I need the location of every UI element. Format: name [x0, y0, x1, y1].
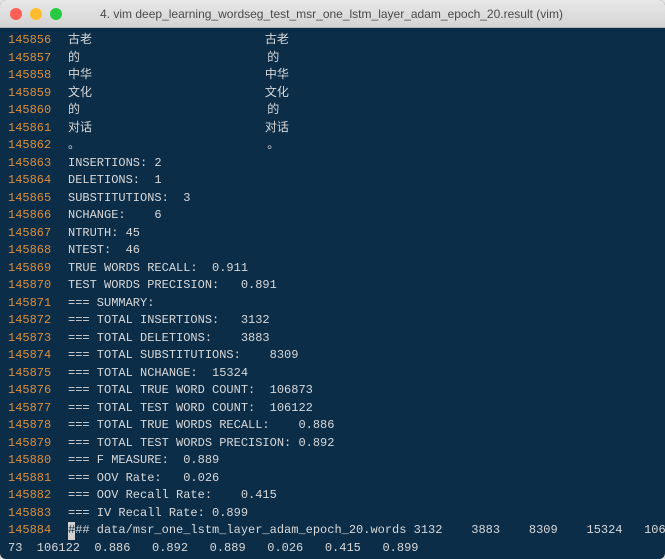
terminal-window: 4. vim deep_learning_wordseg_test_msr_on… [0, 0, 665, 559]
terminal-line-wrap: 73 106122 0.886 0.892 0.889 0.026 0.415 … [8, 540, 657, 558]
line-content: === IV Recall Rate: 0.899 [68, 505, 248, 523]
line-number: 145881 [8, 470, 68, 488]
line-number: 145866 [8, 207, 68, 225]
line-number: 145883 [8, 505, 68, 523]
line-number: 145857 [8, 50, 68, 68]
line-content: 73 106122 0.886 0.892 0.889 0.026 0.415 … [8, 540, 418, 558]
line-content: ## data/msr_one_lstm_layer_adam_epoch_20… [75, 522, 665, 540]
line-content: NTEST: 46 [68, 242, 140, 260]
terminal-content[interactable]: 145856古老 古老145857的 的145858中华 中华145859文化 … [0, 28, 665, 559]
line-number: 145868 [8, 242, 68, 260]
line-content: 古老 古老 [68, 32, 289, 50]
line-content: TRUE WORDS RECALL: 0.911 [68, 260, 248, 278]
line-number: 145878 [8, 417, 68, 435]
line-number: 145865 [8, 190, 68, 208]
line-content: === TOTAL TRUE WORDS RECALL: 0.886 [68, 417, 334, 435]
terminal-line: 145864DELETIONS: 1 [8, 172, 657, 190]
terminal-line: 145871=== SUMMARY: [8, 295, 657, 313]
terminal-line: 145880=== F MEASURE: 0.889 [8, 452, 657, 470]
terminal-line: 145875=== TOTAL NCHANGE: 15324 [8, 365, 657, 383]
terminal-line: 145873=== TOTAL DELETIONS: 3883 [8, 330, 657, 348]
line-number: 145882 [8, 487, 68, 505]
line-content: === TOTAL TEST WORDS PRECISION: 0.892 [68, 435, 334, 453]
line-number: 145872 [8, 312, 68, 330]
window-title: 4. vim deep_learning_wordseg_test_msr_on… [8, 7, 655, 21]
terminal-line: 145860的 的 [8, 102, 657, 120]
line-number: 145861 [8, 120, 68, 138]
line-number: 145871 [8, 295, 68, 313]
line-number: 145864 [8, 172, 68, 190]
line-number: 145856 [8, 32, 68, 50]
line-number: 145858 [8, 67, 68, 85]
terminal-line: 145878=== TOTAL TRUE WORDS RECALL: 0.886 [8, 417, 657, 435]
line-content: === TOTAL INSERTIONS: 3132 [68, 312, 270, 330]
cursor: # [68, 522, 75, 540]
line-content: 。 。 [68, 137, 279, 155]
line-content: === TOTAL NCHANGE: 15324 [68, 365, 248, 383]
line-content: TEST WORDS PRECISION: 0.891 [68, 277, 277, 295]
line-number: 145869 [8, 260, 68, 278]
line-number: 145863 [8, 155, 68, 173]
line-number: 145870 [8, 277, 68, 295]
line-number: 145873 [8, 330, 68, 348]
terminal-line: 145874=== TOTAL SUBSTITUTIONS: 8309 [8, 347, 657, 365]
terminal-line: 145866NCHANGE: 6 [8, 207, 657, 225]
line-number: 145860 [8, 102, 68, 120]
terminal-line: 145867NTRUTH: 45 [8, 225, 657, 243]
terminal-line: 145881=== OOV Rate: 0.026 [8, 470, 657, 488]
terminal-line: 145858中华 中华 [8, 67, 657, 85]
line-content: 中华 中华 [68, 67, 289, 85]
terminal-line: 145872=== TOTAL INSERTIONS: 3132 [8, 312, 657, 330]
terminal-line: 145859文化 文化 [8, 85, 657, 103]
line-content: INSERTIONS: 2 [68, 155, 162, 173]
terminal-line: 145882=== OOV Recall Rate: 0.415 [8, 487, 657, 505]
line-content: NCHANGE: 6 [68, 207, 162, 225]
terminal-line: 145856古老 古老 [8, 32, 657, 50]
terminal-line: 145865SUBSTITUTIONS: 3 [8, 190, 657, 208]
line-content: === TOTAL SUBSTITUTIONS: 8309 [68, 347, 298, 365]
terminal-line: 145876=== TOTAL TRUE WORD COUNT: 106873 [8, 382, 657, 400]
terminal-line: 145883=== IV Recall Rate: 0.899 [8, 505, 657, 523]
line-number: 145877 [8, 400, 68, 418]
line-number: 145862 [8, 137, 68, 155]
line-content: === F MEASURE: 0.889 [68, 452, 219, 470]
line-number: 145884 [8, 522, 68, 540]
line-content: NTRUTH: 45 [68, 225, 140, 243]
line-content: === TOTAL TRUE WORD COUNT: 106873 [68, 382, 313, 400]
line-number: 145867 [8, 225, 68, 243]
line-content: DELETIONS: 1 [68, 172, 162, 190]
line-number: 145876 [8, 382, 68, 400]
line-content: === SUMMARY: [68, 295, 154, 313]
line-content: === OOV Rate: 0.026 [68, 470, 219, 488]
line-content: 的 的 [68, 102, 279, 120]
line-number: 145880 [8, 452, 68, 470]
terminal-line: 145879=== TOTAL TEST WORDS PRECISION: 0.… [8, 435, 657, 453]
terminal-line: 145868NTEST: 46 [8, 242, 657, 260]
terminal-line: 145877=== TOTAL TEST WORD COUNT: 106122 [8, 400, 657, 418]
line-content: SUBSTITUTIONS: 3 [68, 190, 190, 208]
terminal-line: 145862。 。 [8, 137, 657, 155]
line-content: === TOTAL TEST WORD COUNT: 106122 [68, 400, 313, 418]
line-number: 145875 [8, 365, 68, 383]
terminal-line: 145870TEST WORDS PRECISION: 0.891 [8, 277, 657, 295]
line-number: 145879 [8, 435, 68, 453]
terminal-line: 145863INSERTIONS: 2 [8, 155, 657, 173]
line-number: 145859 [8, 85, 68, 103]
line-content: 对话 对话 [68, 120, 289, 138]
line-content: === TOTAL DELETIONS: 3883 [68, 330, 270, 348]
line-content: 的 的 [68, 50, 279, 68]
titlebar[interactable]: 4. vim deep_learning_wordseg_test_msr_on… [0, 0, 665, 28]
terminal-line: 145884### data/msr_one_lstm_layer_adam_e… [8, 522, 657, 540]
terminal-line: 145869TRUE WORDS RECALL: 0.911 [8, 260, 657, 278]
line-number: 145874 [8, 347, 68, 365]
line-content: 文化 文化 [68, 85, 289, 103]
terminal-line: 145861对话 对话 [8, 120, 657, 138]
terminal-line: 145857的 的 [8, 50, 657, 68]
line-content: === OOV Recall Rate: 0.415 [68, 487, 277, 505]
